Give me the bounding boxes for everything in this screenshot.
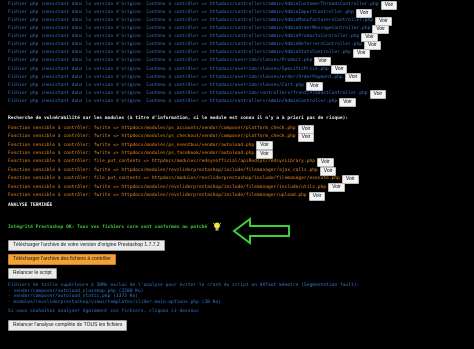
voir-button[interactable]: Voir: [297, 132, 315, 142]
large-file-row-text: - modules/revsliderprestashop/views/temp…: [8, 299, 221, 305]
large-file-row: - modules/revsliderprestashop/views/temp…: [8, 299, 221, 307]
vuln-header: Recherche de vulnérabilité sur les modul…: [8, 115, 349, 121]
vuln-row-text: Fonction sensible à contrôler: file_put_…: [8, 159, 315, 165]
vuln-row-text: Fonction sensible à contrôler: file_put_…: [8, 176, 340, 182]
changed-file-row-text: Fichier php inexistant dans la version d…: [8, 17, 374, 23]
changed-file-row: Fichier php inexistant dans la version d…: [8, 57, 331, 67]
rerun-script-button[interactable]: Relancer le script: [8, 268, 57, 279]
voir-button[interactable]: Voir: [308, 191, 326, 201]
voir-button[interactable]: Voir: [319, 166, 337, 176]
changed-file-row: Fichier php inexistant dans la version d…: [8, 89, 387, 99]
vuln-row: Fonction sensible à contrôler: fwrite =>…: [8, 141, 273, 151]
vuln-row-text: Fonction sensible à contrôler: fwrite =>…: [8, 125, 296, 131]
voir-button[interactable]: Voir: [380, 0, 398, 10]
vuln-row-text: Fonction sensible à contrôler: fwrite =>…: [8, 150, 255, 156]
vuln-row: Fonction sensible à contrôler: fwrite =>…: [8, 132, 315, 142]
changed-file-row-text: Fichier php inexistant dans la version d…: [8, 82, 304, 88]
changed-file-row-text: Fichier php inexistant dans la version d…: [8, 90, 368, 96]
changed-file-row: Fichier php inexistant dans la version d…: [8, 41, 381, 50]
voir-button[interactable]: Voir: [317, 158, 334, 168]
changed-file-row: Fichier php inexistant dans la version d…: [8, 0, 398, 10]
changed-file-row: Fichier php inexistant dans la version d…: [8, 73, 362, 83]
exclude-note: Si vous souhaitez analyser également ces…: [8, 308, 199, 314]
vuln-row-text: Fonction sensible à contrôler: fwrite =>…: [8, 142, 255, 148]
voir-button[interactable]: Voir: [369, 89, 387, 99]
vuln-row-text: Fonction sensible à contrôler: fwrite =>…: [8, 167, 318, 173]
full-analysis-button[interactable]: Relancer l'analyse complète de TOUS les …: [8, 320, 128, 331]
vuln-row: Fonction sensible à contrôler: fwrite =>…: [8, 149, 273, 159]
changed-file-row-text: Fichier php inexistant dans la version d…: [8, 34, 360, 40]
analysis-done: ANALYSE TERMINÉE: [8, 202, 53, 208]
voir-button[interactable]: Voir: [339, 97, 356, 107]
changed-file-row: Fichier php inexistant dans la version d…: [8, 8, 373, 18]
changed-file-row: Fichier php inexistant dans la version d…: [8, 81, 323, 91]
changed-file-row-text: Fichier php inexistant dans la version d…: [8, 66, 329, 72]
voir-button[interactable]: Voir: [328, 183, 345, 193]
voir-button[interactable]: Voir: [344, 73, 362, 83]
vuln-row-text: Fonction sensible à contrôler: fwrite =>…: [8, 184, 327, 190]
vuln-row: Fonction sensible à contrôler: file_put_…: [8, 158, 334, 168]
changed-file-row: Fichier php inexistant dans la version d…: [8, 32, 378, 42]
download-control-button[interactable]: Télécharger l'archive des fichiers à con…: [8, 254, 116, 265]
changed-file-row-text: Fichier php inexistant dans la version d…: [8, 50, 351, 56]
vuln-row: Fonction sensible à contrôler: file_put_…: [8, 174, 359, 184]
changed-file-row-text: Fichier php inexistant dans la version d…: [8, 98, 338, 104]
changed-file-row-text: Fichier php inexistant dans la version d…: [8, 42, 363, 48]
changed-file-row-text: Fichier php inexistant dans la version d…: [8, 9, 354, 15]
download-original-button[interactable]: Télécharger l'archive de votre version d…: [8, 240, 165, 251]
voir-button[interactable]: Voir: [352, 49, 370, 59]
voir-button[interactable]: Voir: [256, 149, 273, 159]
changed-file-row-text: Fichier php inexistant dans la version d…: [8, 26, 371, 31]
vuln-row: Fonction sensible à contrôler: fwrite =>…: [8, 191, 326, 201]
changed-file-row: Fichier php inexistant dans la version d…: [8, 65, 348, 75]
vuln-row: Fonction sensible à contrôler: fwrite =>…: [8, 124, 315, 134]
integrity-message: Intégrité Prestashop OK: Tous vos fichie…: [8, 224, 208, 230]
voir-button[interactable]: Voir: [256, 141, 273, 151]
vuln-row-text: Fonction sensible à contrôler: fwrite =>…: [8, 134, 296, 140]
changed-file-row-text: Fichier php inexistant dans la version d…: [8, 58, 313, 64]
changed-file-row: Fichier php inexistant dans la version d…: [8, 97, 356, 107]
changed-file-row: Fichier php inexistant dans la version d…: [8, 24, 389, 34]
changed-file-row-text: Fichier php inexistant dans la version d…: [8, 1, 379, 7]
vuln-row: Fonction sensible à contrôler: fwrite =>…: [8, 183, 345, 193]
changed-file-row: Fichier php inexistant dans la version d…: [8, 16, 392, 26]
vuln-row: Fonction sensible à contrôler: fwrite =>…: [8, 166, 337, 176]
arrow-left-icon: [232, 217, 290, 245]
changed-file-row-text: Fichier php inexistant dans la version d…: [8, 74, 343, 80]
lightbulb-icon: [213, 222, 221, 231]
vuln-row-text: Fonction sensible à contrôler: fwrite =>…: [8, 192, 307, 198]
